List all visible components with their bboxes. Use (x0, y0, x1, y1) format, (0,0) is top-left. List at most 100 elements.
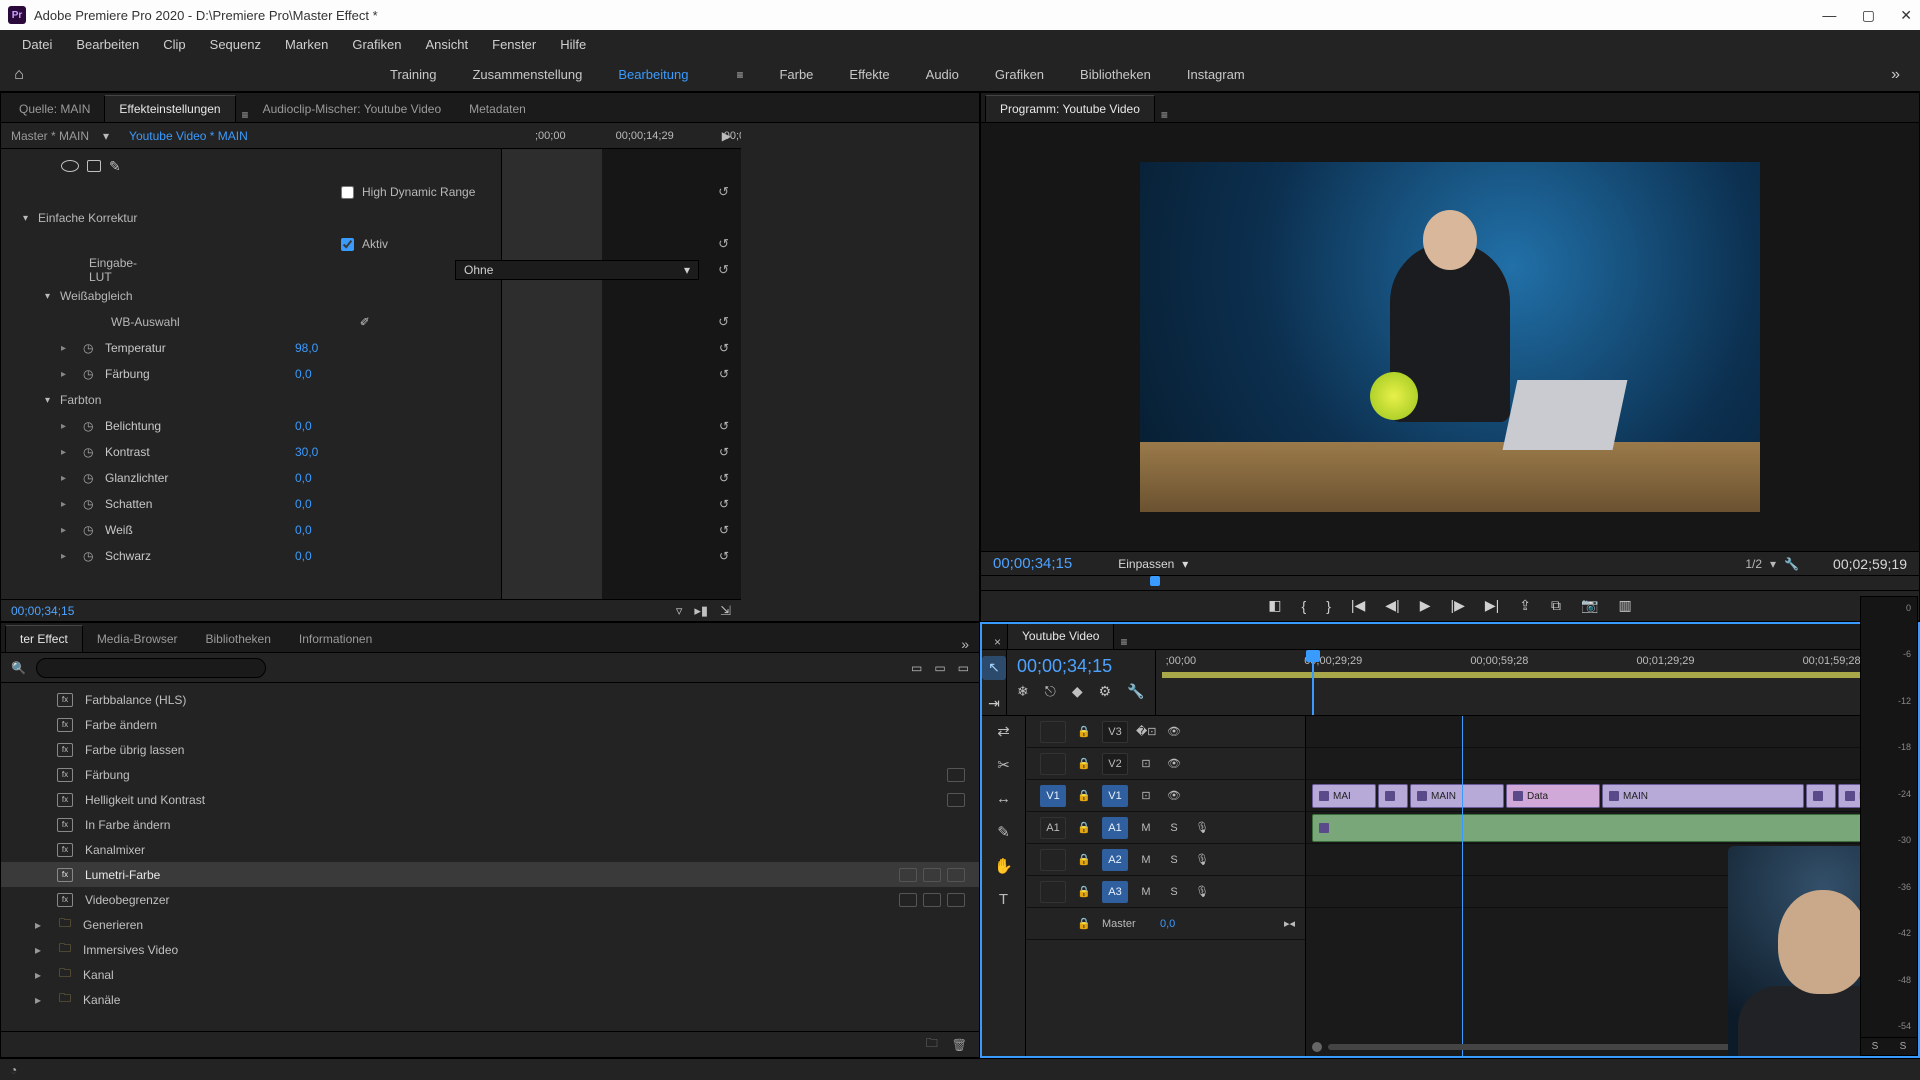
reset-icon[interactable]: ↺ (719, 497, 729, 511)
effect-path-sequence[interactable]: Youtube Video * MAIN (129, 129, 248, 143)
tab-bibliotheken[interactable]: Bibliotheken (192, 626, 285, 652)
aktiv-checkbox[interactable]: Aktiv (341, 237, 388, 251)
panel-menu-icon[interactable]: ≡ (242, 108, 249, 122)
panel-menu-icon[interactable]: ≡ (1120, 635, 1127, 649)
pen-tool-icon[interactable]: ✎ (997, 823, 1010, 841)
solo-icon[interactable]: S (1164, 886, 1184, 898)
track-header-v1[interactable]: V1 🔒 V1 ⊡ 👁 (1026, 780, 1305, 812)
prop-value[interactable]: 0,0 (295, 367, 312, 381)
video-clip[interactable]: MAI (1312, 784, 1376, 808)
program-timecode[interactable]: 00;00;34;15 (993, 555, 1072, 572)
source-patch[interactable] (1040, 881, 1066, 903)
track-header-master[interactable]: 🔒 Master 0,0 ▸◂ (1026, 908, 1305, 940)
video-clip[interactable]: MAIN (1602, 784, 1804, 808)
audio-meters[interactable]: 0-6-12-18-24-30-36-42-48-54 S S (1860, 596, 1918, 1056)
step-forward-icon[interactable]: |▶ (1450, 597, 1464, 614)
work-area-bar[interactable] (1162, 672, 1920, 678)
menu-sequenz[interactable]: Sequenz (200, 33, 271, 56)
prop-value[interactable]: 0,0 (295, 471, 312, 485)
tab-metadaten[interactable]: Metadaten (455, 96, 540, 122)
stopwatch-icon[interactable]: ◷ (83, 497, 95, 511)
effects-item[interactable]: fxIn Farbe ändern (1, 812, 979, 837)
search-icon[interactable]: 🔍 (11, 661, 26, 675)
reset-icon[interactable]: ↺ (718, 236, 729, 252)
chevron-down-icon[interactable] (1770, 557, 1776, 571)
menu-hilfe[interactable]: Hilfe (550, 33, 596, 56)
reset-icon[interactable]: ↺ (718, 184, 729, 200)
menu-bearbeiten[interactable]: Bearbeiten (66, 33, 149, 56)
tab-master-effect[interactable]: ter Effect (5, 625, 83, 652)
twirl-icon[interactable]: ▸ (61, 343, 73, 354)
reset-icon[interactable]: ↺ (719, 367, 729, 381)
sync-lock-icon[interactable]: ⊡ (1136, 789, 1156, 802)
reset-icon[interactable]: ↺ (718, 314, 729, 330)
insert-icon[interactable]: ▸▮ (694, 603, 708, 619)
stopwatch-icon[interactable]: ◷ (83, 419, 95, 433)
effects-search-input[interactable] (36, 658, 266, 678)
workspace-instagram[interactable]: Instagram (1187, 67, 1245, 82)
wrench-icon[interactable]: 🔧 (1784, 557, 1799, 571)
preset-bin-icon[interactable]: ▭ (958, 661, 969, 675)
close-button[interactable]: ✕ (1900, 7, 1912, 23)
prop-value[interactable]: 0,0 (295, 549, 312, 563)
twirl-icon[interactable]: ▸ (35, 993, 47, 1007)
workspace-zusammenstellung[interactable]: Zusammenstellung (472, 67, 582, 82)
track-header-v2[interactable]: 🔒 V2 ⊡ 👁 (1026, 748, 1305, 780)
sync-lock-icon[interactable]: �⊡ (1136, 725, 1156, 738)
playhead-icon[interactable] (1312, 650, 1314, 715)
export-frame-icon[interactable]: 📷 (1581, 597, 1598, 614)
minimize-button[interactable]: — (1822, 7, 1836, 23)
slip-tool-icon[interactable]: ↔ (996, 790, 1011, 807)
effects-folder[interactable]: ▸🗀Kanäle (1, 987, 979, 1012)
tab-effekteinstellungen[interactable]: Effekteinstellungen (104, 95, 235, 122)
prop-value[interactable]: 30,0 (295, 445, 318, 459)
workspace-menu-icon[interactable]: ≡ (736, 68, 743, 82)
effects-item[interactable]: fxFarbbalance (HLS) (1, 687, 979, 712)
ellipse-mask-icon[interactable] (61, 160, 79, 172)
marker-icon[interactable]: ◆ (1072, 683, 1083, 700)
wrench-icon[interactable]: 🔧 (1127, 683, 1144, 700)
mute-icon[interactable]: M (1136, 854, 1156, 866)
master-value[interactable]: 0,0 (1160, 918, 1175, 930)
stopwatch-icon[interactable]: ◷ (83, 341, 95, 355)
effects-item[interactable]: fxFärbung (1, 762, 979, 787)
twirl-icon[interactable]: ▸ (35, 968, 47, 982)
comparison-view-icon[interactable]: ▥ (1618, 597, 1631, 614)
effect-keyframe-area[interactable] (501, 149, 741, 599)
settings-icon[interactable]: ⚙ (1099, 683, 1112, 700)
effects-item[interactable]: fxFarbe ändern (1, 712, 979, 737)
reset-icon[interactable]: ↺ (719, 549, 729, 563)
program-viewport[interactable] (981, 123, 1919, 551)
source-patch[interactable]: A1 (1040, 817, 1066, 839)
reset-icon[interactable]: ↺ (719, 419, 729, 433)
go-to-out-icon[interactable]: ▶| (1485, 597, 1499, 614)
twirl-icon[interactable]: ▸ (61, 551, 73, 562)
mark-in-icon[interactable]: ◧ (1268, 597, 1281, 614)
stopwatch-icon[interactable]: ◷ (83, 367, 95, 381)
twirl-icon[interactable]: ▸ (35, 918, 47, 932)
overwrite-icon[interactable]: ⇲ (720, 603, 731, 619)
linked-selection-icon[interactable]: ⎋ (1045, 683, 1056, 700)
timeline-content[interactable]: MAIMAINDataMAINMAIN (1306, 716, 1918, 1056)
lock-icon[interactable]: 🔒 (1074, 853, 1094, 866)
toggle-track-output-icon[interactable]: 👁 (1164, 757, 1184, 770)
mark-out-icon[interactable]: { (1302, 598, 1307, 614)
play-icon[interactable]: ▶ (1420, 597, 1431, 614)
lock-icon[interactable]: 🔒 (1074, 821, 1094, 834)
effect-timecode[interactable]: 00;00;34;15 (11, 604, 74, 618)
workspace-farbe[interactable]: Farbe (779, 67, 813, 82)
track-select-tool-icon[interactable]: ⇥ (982, 692, 1006, 716)
mark-out-icon[interactable]: } (1326, 598, 1331, 614)
workspace-overflow-icon[interactable]: » (1891, 66, 1912, 84)
effect-mini-ruler[interactable]: ;00;00 00;00;14;29 00;00;29 (521, 123, 741, 149)
stopwatch-icon[interactable]: ◷ (83, 523, 95, 537)
sync-lock-icon[interactable]: ⊡ (1136, 757, 1156, 770)
filter-icon[interactable]: ▿ (676, 603, 683, 619)
zoom-out-handle[interactable] (1312, 1042, 1322, 1052)
program-fit-select[interactable]: Einpassen (1118, 557, 1188, 571)
effects-folder[interactable]: ▸🗀Immersives Video (1, 937, 979, 962)
twirl-icon[interactable]: ▸ (61, 369, 73, 380)
go-to-in-icon[interactable]: |◀ (1351, 597, 1365, 614)
twirl-icon[interactable]: ▸ (61, 421, 73, 432)
stopwatch-icon[interactable]: ◷ (83, 549, 95, 563)
